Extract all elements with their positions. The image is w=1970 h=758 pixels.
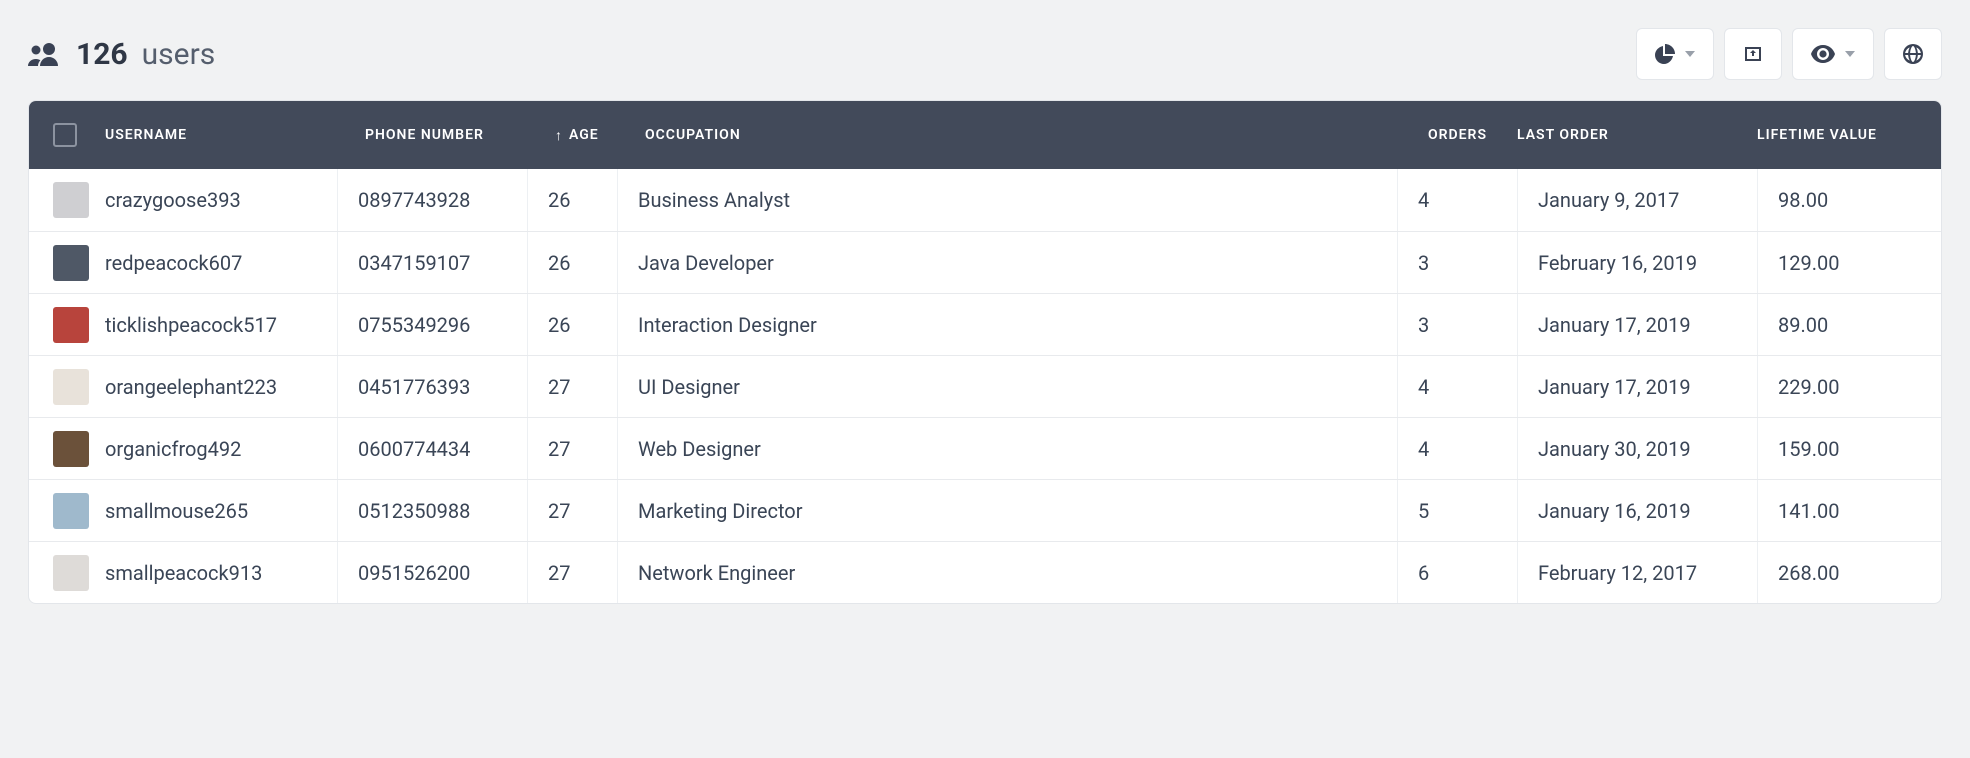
- cell-occupation: Java Developer: [617, 232, 1397, 293]
- cell-last-order: February 12, 2017: [1517, 542, 1757, 603]
- cell-last-order: January 17, 2019: [1517, 294, 1757, 355]
- cell-orders: 6: [1397, 542, 1517, 603]
- column-occupation[interactable]: OCCUPATION: [645, 127, 1397, 143]
- cell-age: 27: [527, 542, 617, 603]
- table-row[interactable]: smallmouse265051235098827Marketing Direc…: [29, 479, 1941, 541]
- cell-username: smallmouse265: [105, 499, 337, 523]
- column-username[interactable]: USERNAME: [105, 127, 365, 143]
- cell-occupation: Business Analyst: [617, 169, 1397, 231]
- table-row[interactable]: organicfrog492060077443427Web Designer4J…: [29, 417, 1941, 479]
- chevron-down-icon: [1845, 51, 1855, 57]
- cell-orders: 5: [1397, 480, 1517, 541]
- table-body: crazygoose393089774392826Business Analys…: [29, 169, 1941, 603]
- globe-icon: [1903, 44, 1923, 64]
- export-button[interactable]: [1724, 28, 1782, 80]
- avatar: [53, 182, 89, 218]
- cell-lifetime: 268.00: [1757, 542, 1917, 603]
- column-age-label: AGE: [569, 127, 599, 143]
- cell-username: orangeelephant223: [105, 375, 337, 399]
- cell-occupation: Marketing Director: [617, 480, 1397, 541]
- cell-phone: 0600774434: [337, 418, 527, 479]
- avatar: [53, 245, 89, 281]
- column-lifetime[interactable]: LIFETIME VALUE: [1757, 126, 1917, 144]
- cell-orders: 4: [1397, 356, 1517, 417]
- cell-lifetime: 159.00: [1757, 418, 1917, 479]
- cell-lifetime: 141.00: [1757, 480, 1917, 541]
- cell-lifetime: 129.00: [1757, 232, 1917, 293]
- cell-age: 26: [527, 169, 617, 231]
- table-header: USERNAME PHONE NUMBER ↑ AGE OCCUPATION O…: [29, 101, 1941, 169]
- cell-orders: 3: [1397, 294, 1517, 355]
- avatar: [53, 307, 89, 343]
- cell-last-order: January 16, 2019: [1517, 480, 1757, 541]
- cell-username: crazygoose393: [105, 188, 337, 212]
- visibility-button[interactable]: [1792, 28, 1874, 80]
- page-title-group: 126 users: [28, 37, 215, 72]
- cell-last-order: January 30, 2019: [1517, 418, 1757, 479]
- cell-occupation: UI Designer: [617, 356, 1397, 417]
- chart-view-button[interactable]: [1636, 28, 1714, 80]
- cell-phone: 0451776393: [337, 356, 527, 417]
- avatar: [53, 369, 89, 405]
- select-all-checkbox[interactable]: [53, 123, 77, 147]
- export-icon: [1743, 44, 1763, 64]
- table-row[interactable]: redpeacock607034715910726Java Developer3…: [29, 231, 1941, 293]
- user-count: 126: [76, 37, 128, 72]
- users-icon: [28, 42, 62, 66]
- column-age[interactable]: ↑ AGE: [555, 127, 645, 144]
- table-row[interactable]: crazygoose393089774392826Business Analys…: [29, 169, 1941, 231]
- globe-button[interactable]: [1884, 28, 1942, 80]
- cell-lifetime: 89.00: [1757, 294, 1917, 355]
- page-header: 126 users: [28, 28, 1942, 80]
- toolbar: [1636, 28, 1942, 80]
- avatar: [53, 431, 89, 467]
- column-phone[interactable]: PHONE NUMBER: [365, 127, 555, 143]
- cell-age: 27: [527, 356, 617, 417]
- users-table: USERNAME PHONE NUMBER ↑ AGE OCCUPATION O…: [28, 100, 1942, 604]
- cell-occupation: Interaction Designer: [617, 294, 1397, 355]
- cell-phone: 0347159107: [337, 232, 527, 293]
- cell-last-order: February 16, 2019: [1517, 232, 1757, 293]
- cell-age: 26: [527, 232, 617, 293]
- avatar: [53, 493, 89, 529]
- cell-orders: 3: [1397, 232, 1517, 293]
- table-row[interactable]: orangeelephant223045177639327UI Designer…: [29, 355, 1941, 417]
- column-orders[interactable]: ORDERS: [1397, 127, 1517, 143]
- cell-orders: 4: [1397, 418, 1517, 479]
- table-row[interactable]: ticklishpeacock517075534929626Interactio…: [29, 293, 1941, 355]
- cell-occupation: Network Engineer: [617, 542, 1397, 603]
- cell-username: organicfrog492: [105, 437, 337, 461]
- cell-username: redpeacock607: [105, 251, 337, 275]
- cell-lifetime: 98.00: [1757, 169, 1917, 231]
- cell-username: ticklishpeacock517: [105, 313, 337, 337]
- cell-phone: 0897743928: [337, 169, 527, 231]
- cell-phone: 0951526200: [337, 542, 527, 603]
- cell-age: 26: [527, 294, 617, 355]
- chevron-down-icon: [1685, 51, 1695, 57]
- cell-age: 27: [527, 480, 617, 541]
- eye-icon: [1811, 45, 1835, 63]
- column-last-order[interactable]: LAST ORDER: [1517, 127, 1757, 143]
- cell-occupation: Web Designer: [617, 418, 1397, 479]
- sort-ascending-icon: ↑: [555, 127, 563, 144]
- users-label: users: [142, 37, 216, 72]
- cell-orders: 4: [1397, 169, 1517, 231]
- cell-last-order: January 9, 2017: [1517, 169, 1757, 231]
- cell-phone: 0755349296: [337, 294, 527, 355]
- table-row[interactable]: smallpeacock913095152620027Network Engin…: [29, 541, 1941, 603]
- cell-age: 27: [527, 418, 617, 479]
- cell-lifetime: 229.00: [1757, 356, 1917, 417]
- cell-last-order: January 17, 2019: [1517, 356, 1757, 417]
- cell-username: smallpeacock913: [105, 561, 337, 585]
- cell-phone: 0512350988: [337, 480, 527, 541]
- avatar: [53, 555, 89, 591]
- pie-chart-icon: [1655, 44, 1675, 64]
